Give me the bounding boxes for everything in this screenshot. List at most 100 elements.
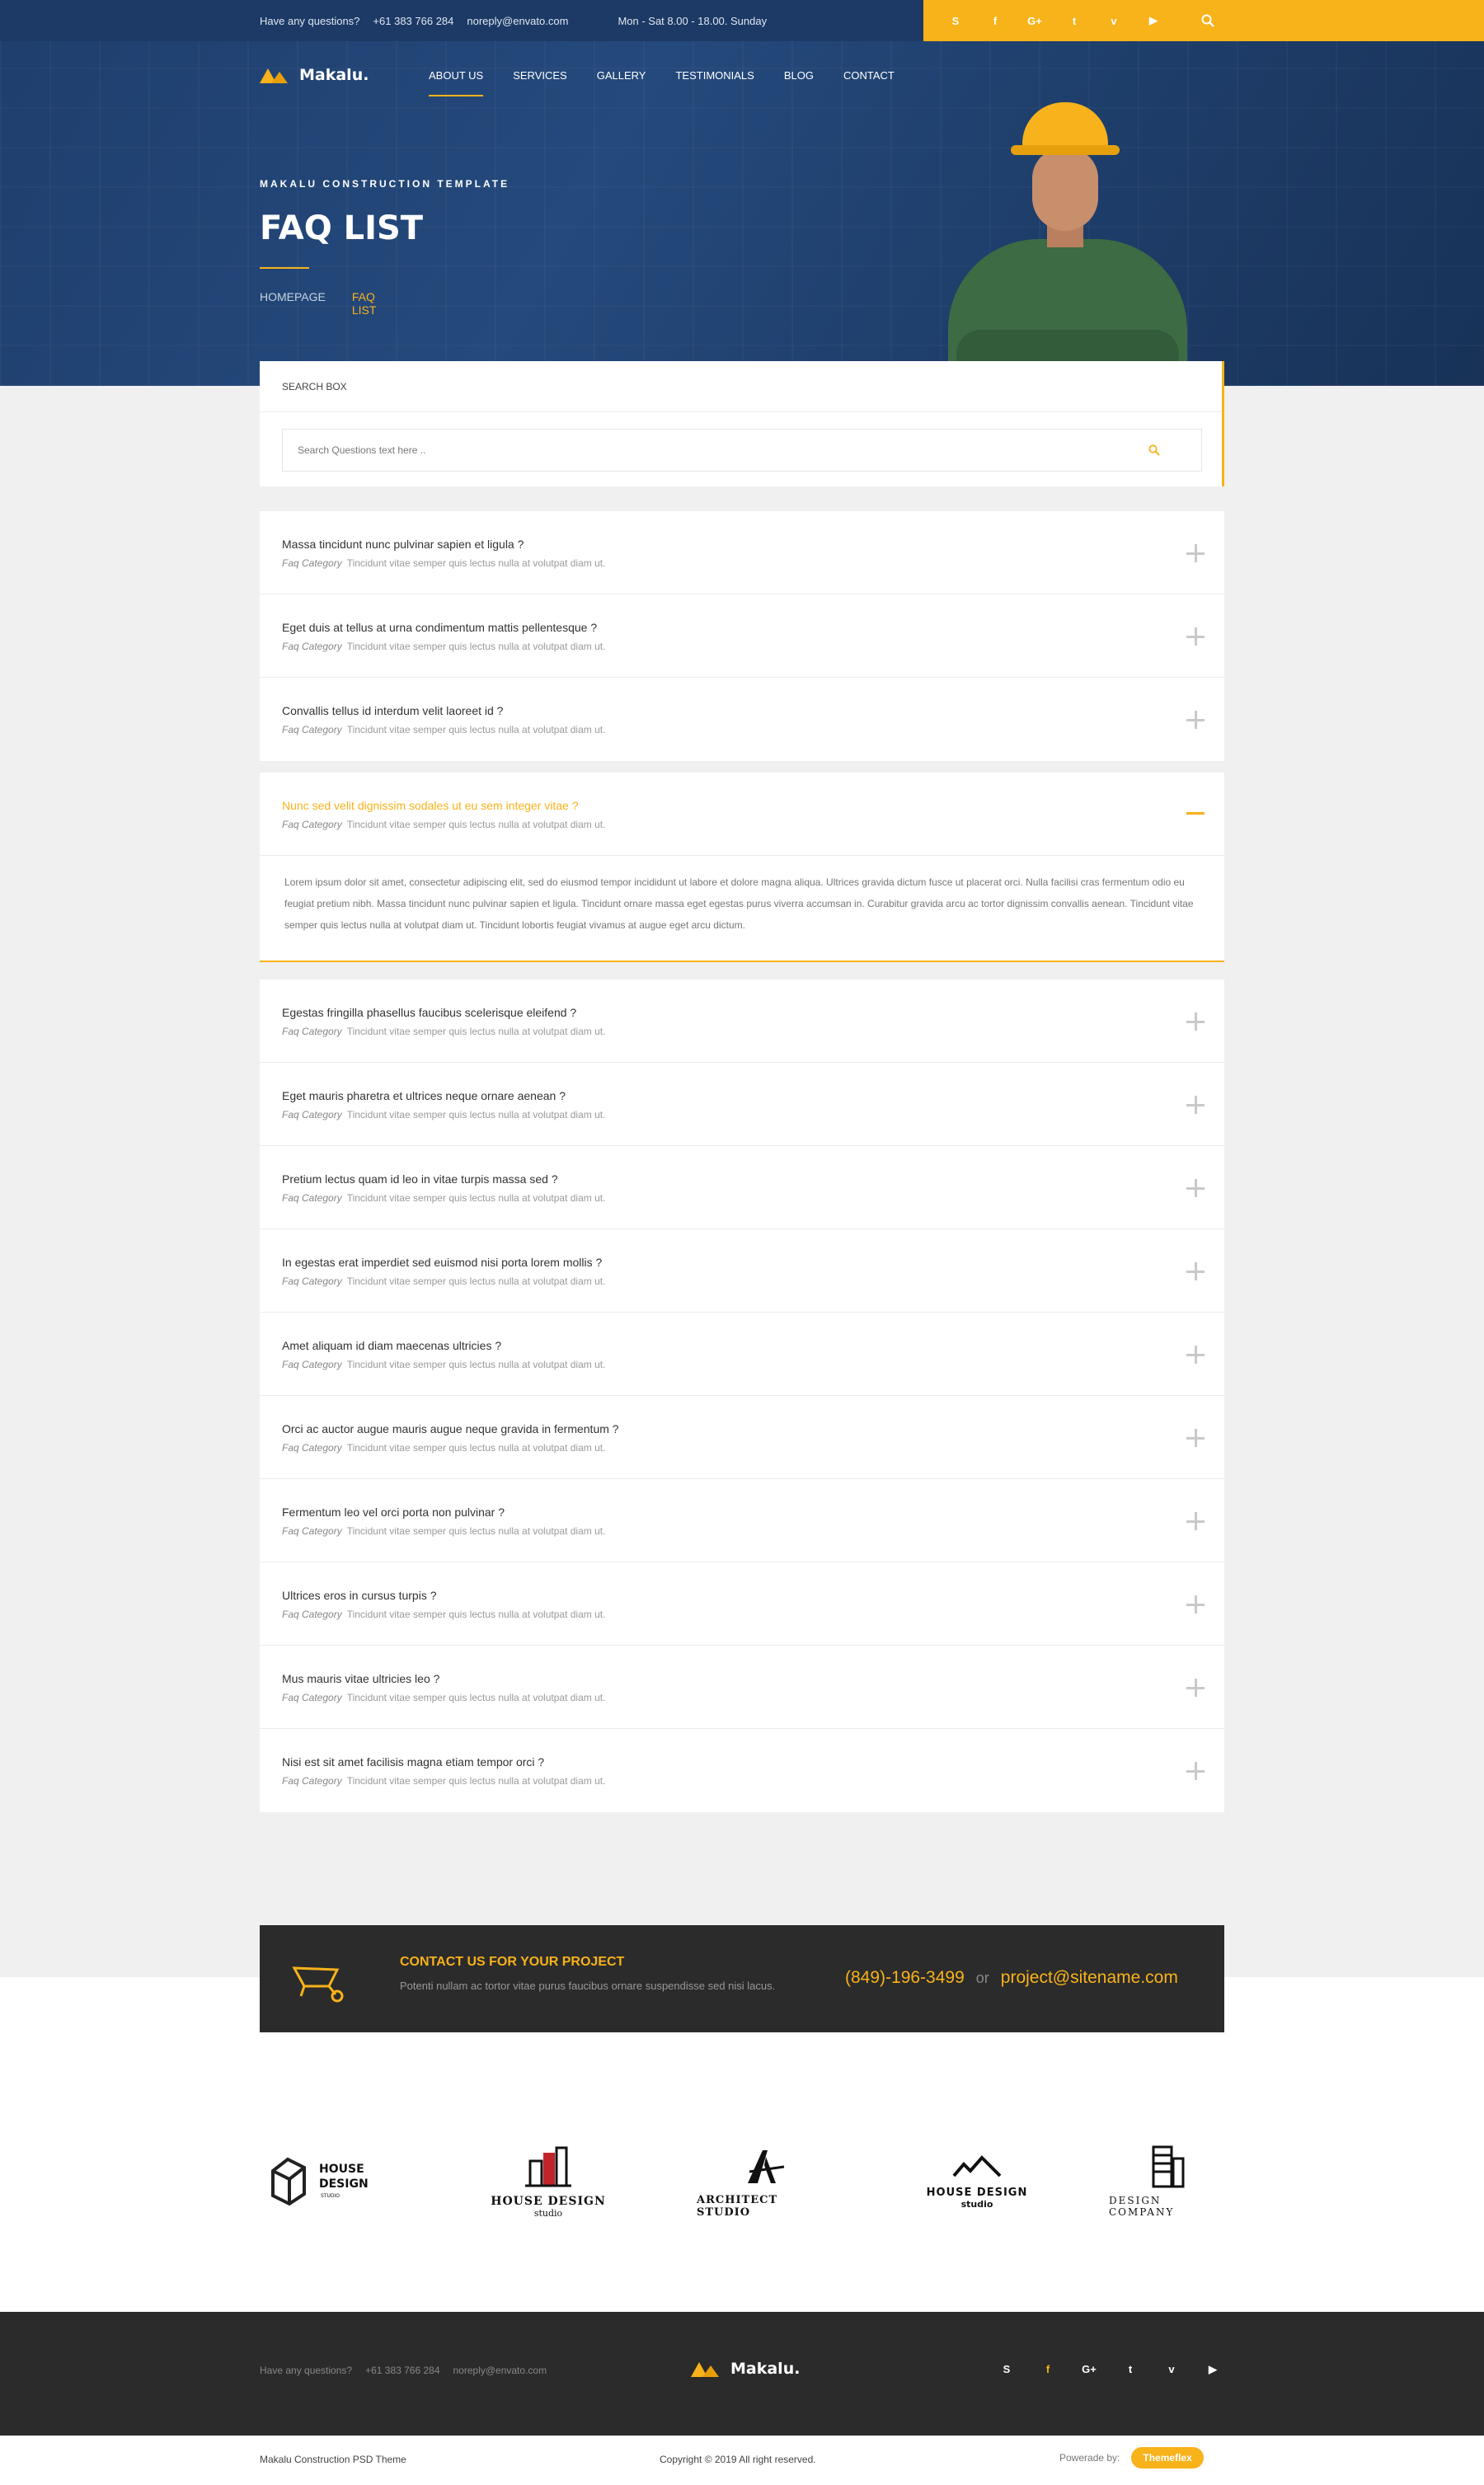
google-plus-icon[interactable]: G+ xyxy=(1027,13,1042,28)
faq-category: Faq Category xyxy=(282,1109,342,1120)
faq-question[interactable]: Nisi est sit amet facilisis magna etiam … xyxy=(282,1755,544,1769)
nav-gallery[interactable]: GALLERY xyxy=(597,69,646,96)
faq-item[interactable]: Fermentum leo vel orci porta non pulvina… xyxy=(260,1479,1224,1562)
faq-question[interactable]: Mus mauris vitae ultricies leo ? xyxy=(282,1672,439,1685)
faq-question[interactable]: Eget mauris pharetra et ultrices neque o… xyxy=(282,1089,566,1102)
expand-plus-icon[interactable] xyxy=(1186,1012,1205,1031)
theme-name: Makalu Construction PSD Theme xyxy=(260,2454,406,2465)
partner-logo-4[interactable]: HOUSE DESIGN studio xyxy=(911,2135,1043,2226)
expand-plus-icon[interactable] xyxy=(1186,1512,1205,1530)
faq-item[interactable]: Convallis tellus id interdum velit laore… xyxy=(260,678,1224,761)
faq-item[interactable]: Nisi est sit amet facilisis magna etiam … xyxy=(260,1729,1224,1812)
faq-item[interactable]: Massa tincidunt nunc pulvinar sapien et … xyxy=(260,511,1224,594)
faq-item[interactable]: Eget mauris pharetra et ultrices neque o… xyxy=(260,1063,1224,1146)
faq-meta: Tincidunt vitae semper quis lectus nulla… xyxy=(346,1026,606,1037)
search-placeholder: Search Questions text here .. xyxy=(298,444,426,456)
expand-plus-icon[interactable] xyxy=(1186,544,1205,562)
expand-plus-icon[interactable] xyxy=(1186,1096,1205,1114)
themeflex-badge[interactable]: Themeflex xyxy=(1131,2447,1204,2469)
faq-question[interactable]: Ultrices eros in cursus turpis ? xyxy=(282,1589,437,1602)
skype-icon[interactable]: S xyxy=(948,13,963,28)
nav-blog[interactable]: BLOG xyxy=(784,69,814,96)
expand-plus-icon[interactable] xyxy=(1186,1679,1205,1697)
google-plus-icon[interactable]: G+ xyxy=(1082,2363,1097,2376)
page-title: FAQ LIST xyxy=(260,209,424,247)
faq-question[interactable]: Amet aliquam id diam maecenas ultricies … xyxy=(282,1339,501,1352)
nav-contact[interactable]: CONTACT xyxy=(843,69,895,96)
nav-testimonials[interactable]: TESTIMONIALS xyxy=(675,69,754,96)
collapse-minus-icon[interactable] xyxy=(1186,812,1205,815)
faq-category: Faq Category xyxy=(282,1609,342,1620)
faq-category: Faq Category xyxy=(282,819,342,830)
faq-question[interactable]: Fermentum leo vel orci porta non pulvina… xyxy=(282,1506,505,1519)
expand-plus-icon[interactable] xyxy=(1186,627,1205,646)
skype-icon[interactable]: S xyxy=(999,2363,1014,2376)
faq-category: Faq Category xyxy=(282,1359,342,1370)
faq-question[interactable]: Egestas fringilla phasellus faucibus sce… xyxy=(282,1006,576,1019)
faq-meta: Tincidunt vitae semper quis lectus nulla… xyxy=(346,1775,606,1787)
partner-name: ARCHITECT STUDIO xyxy=(697,2194,778,2219)
email-text[interactable]: noreply@envato.com xyxy=(467,15,568,27)
worker-illustration xyxy=(932,99,1195,386)
expand-plus-icon[interactable] xyxy=(1186,1429,1205,1447)
faq-item[interactable]: Egestas fringilla phasellus faucibus sce… xyxy=(260,979,1224,1063)
faq-item[interactable]: Ultrices eros in cursus turpis ? Faq Cate… xyxy=(260,1562,1224,1646)
footer-phone[interactable]: +61 383 766 284 xyxy=(365,2365,439,2376)
footer-logo[interactable]: Makalu. xyxy=(691,2360,800,2378)
partner-logo-1[interactable]: HOUSE DESIGN STUDIO xyxy=(260,2135,392,2226)
title-underline xyxy=(260,267,309,269)
site-logo[interactable]: Makalu. xyxy=(260,66,369,84)
cta-email[interactable]: project@sitename.com xyxy=(1001,1968,1178,1988)
search-icon[interactable] xyxy=(1148,444,1160,456)
faq-item[interactable]: Orci ac auctor augue mauris augue neque … xyxy=(260,1396,1224,1479)
faq-group-2: Egestas fringilla phasellus faucibus sce… xyxy=(260,979,1224,1812)
nav-about-us[interactable]: ABOUT US xyxy=(429,69,484,96)
nav-services[interactable]: SERVICES xyxy=(513,69,567,96)
vimeo-icon[interactable]: v xyxy=(1106,13,1121,28)
vimeo-icon[interactable]: v xyxy=(1164,2363,1179,2376)
youtube-icon[interactable]: ▶ xyxy=(1205,2363,1220,2376)
partner-logo-2[interactable]: HOUSE DESIGN studio xyxy=(482,2135,614,2226)
faq-meta: Tincidunt vitae semper quis lectus nulla… xyxy=(346,557,606,569)
facebook-icon[interactable]: f xyxy=(988,13,1003,28)
expand-plus-icon[interactable] xyxy=(1186,1595,1205,1614)
search-icon[interactable] xyxy=(1200,13,1215,28)
partner-logos: HOUSE DESIGN STUDIO HOUSE DESIGN studio … xyxy=(260,2135,1224,2226)
cta-phone[interactable]: (849)-196-3499 xyxy=(845,1968,965,1988)
phone-text[interactable]: +61 383 766 284 xyxy=(373,15,453,27)
faq-item[interactable]: Pretium lectus quam id leo in vitae turp… xyxy=(260,1146,1224,1229)
faq-question[interactable]: Eget duis at tellus at urna condimentum … xyxy=(282,621,597,634)
expand-plus-icon[interactable] xyxy=(1186,1762,1205,1780)
faq-question[interactable]: Orci ac auctor augue mauris augue neque … xyxy=(282,1422,619,1435)
breadcrumb-home[interactable]: HOMEPAGE xyxy=(260,290,326,317)
faq-question[interactable]: Convallis tellus id interdum velit laore… xyxy=(282,704,503,717)
youtube-icon[interactable]: ▶ xyxy=(1146,13,1161,28)
partner-logo-5[interactable]: DESIGN COMPANY xyxy=(1109,2135,1224,2226)
faq-category: Faq Category xyxy=(282,1692,342,1703)
faq-meta: Tincidunt vitae semper quis lectus nulla… xyxy=(346,1275,606,1287)
expand-plus-icon[interactable] xyxy=(1186,1346,1205,1364)
faq-item[interactable]: Amet aliquam id diam maecenas ultricies … xyxy=(260,1313,1224,1396)
faq-item-open[interactable]: Nunc sed velit dignissim sodales ut eu s… xyxy=(260,773,1224,962)
faq-meta: Tincidunt vitae semper quis lectus nulla… xyxy=(346,1109,606,1120)
footer-email[interactable]: noreply@envato.com xyxy=(453,2365,547,2376)
twitter-icon[interactable]: t xyxy=(1123,2363,1138,2376)
faq-question-open[interactable]: Nunc sed velit dignissim sodales ut eu s… xyxy=(282,799,579,812)
faq-question[interactable]: In egestas erat imperdiet sed euismod ni… xyxy=(282,1256,602,1269)
faq-item[interactable]: In egestas erat imperdiet sed euismod ni… xyxy=(260,1229,1224,1313)
cta-contact: (849)-196-3499 or project@sitename.com xyxy=(845,1968,1178,1988)
facebook-icon[interactable]: f xyxy=(1040,2363,1055,2376)
twitter-icon[interactable]: t xyxy=(1067,13,1082,28)
faq-question[interactable]: Massa tincidunt nunc pulvinar sapien et … xyxy=(282,538,524,551)
expand-plus-icon[interactable] xyxy=(1186,1179,1205,1197)
search-input[interactable]: Search Questions text here .. xyxy=(282,429,1202,472)
svg-text:HOUSE: HOUSE xyxy=(319,2163,364,2176)
powered-by-label: Powerade by: xyxy=(1059,2452,1120,2464)
expand-plus-icon[interactable] xyxy=(1186,711,1205,729)
faq-item[interactable]: Mus mauris vitae ultricies leo ? Faq Cate… xyxy=(260,1646,1224,1729)
partner-name: DESIGN COMPANY xyxy=(1109,2195,1175,2218)
partner-logo-3[interactable]: ARCHITECT STUDIO xyxy=(697,2135,829,2226)
faq-question[interactable]: Pretium lectus quam id leo in vitae turp… xyxy=(282,1172,558,1186)
expand-plus-icon[interactable] xyxy=(1186,1262,1205,1280)
faq-item[interactable]: Eget duis at tellus at urna condimentum … xyxy=(260,594,1224,678)
